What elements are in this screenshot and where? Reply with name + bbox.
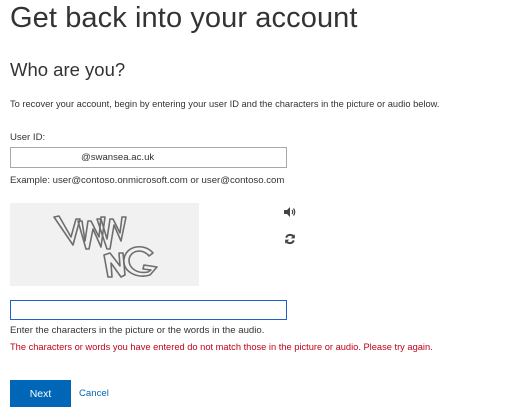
user-id-example: Example: user@contoso.onmicrosoft.com or…: [10, 175, 285, 186]
captcha-hint: Enter the characters in the picture or t…: [10, 325, 265, 336]
speaker-icon-graphic: [284, 207, 296, 217]
page-title: Get back into your account: [10, 2, 358, 34]
page-subtitle: Who are you?: [10, 59, 126, 80]
captcha-drawing: [53, 215, 158, 278]
captcha-answer-input[interactable]: [10, 300, 287, 320]
refresh-icon-graphic: [285, 233, 295, 245]
speaker-icon[interactable]: [283, 205, 297, 217]
error-message: The characters or words you have entered…: [10, 342, 433, 352]
user-id-input[interactable]: [10, 147, 287, 168]
next-button[interactable]: Next: [10, 380, 71, 407]
cancel-link[interactable]: Cancel: [79, 388, 109, 399]
captcha-image: [10, 203, 199, 286]
account-recovery-page: Get back into your account Who are you? …: [0, 0, 506, 411]
refresh-icon[interactable]: [284, 232, 296, 245]
instructions-text: To recover your account, begin by enteri…: [10, 99, 440, 109]
user-id-label: User ID:: [10, 132, 46, 143]
